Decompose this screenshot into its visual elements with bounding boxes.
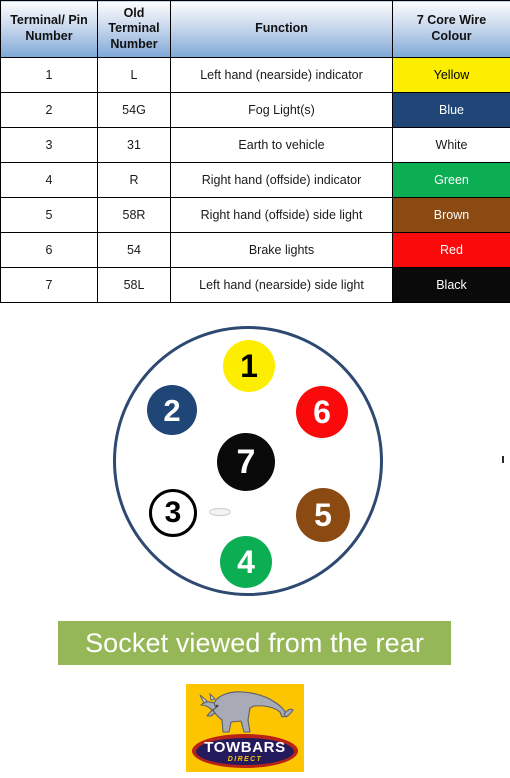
socket-pin-4: 4 [220, 536, 272, 588]
socket-keyway-marker [209, 508, 231, 516]
cell-old-terminal-number: 54G [97, 92, 171, 128]
table-row: 4 R Right hand (offside) indicator Green [0, 162, 510, 198]
cell-wire-colour-swatch: Red [392, 232, 510, 268]
cell-old-terminal-number: R [97, 162, 171, 198]
column-header-old-terminal-number: Old Terminal Number [97, 0, 171, 58]
cell-function: Left hand (nearside) side light [170, 267, 393, 303]
rhino-icon [199, 691, 294, 733]
column-header-function: Function [170, 0, 393, 58]
logo-primary-text: TOWBARS [204, 738, 286, 756]
socket-pin-5: 5 [296, 488, 350, 542]
cell-wire-colour-swatch: White [392, 127, 510, 163]
socket-diagram: 1 2 3 4 5 6 7 [0, 303, 510, 608]
towbars-direct-logo: TOWBARS DIRECT [186, 684, 304, 772]
cell-terminal-pin-number: 5 [0, 197, 98, 233]
edge-artifact-mark [502, 456, 504, 463]
caption-label: Socket viewed from the rear [85, 627, 424, 658]
cell-function: Left hand (nearside) indicator [170, 57, 393, 93]
cell-old-terminal-number: 31 [97, 127, 171, 163]
cell-function: Right hand (offside) indicator [170, 162, 393, 198]
column-header-wire-colour: 7 Core Wire Colour [392, 0, 510, 58]
socket-pin-3: 3 [149, 489, 197, 537]
logo-secondary-text: DIRECT [227, 755, 263, 763]
cell-old-terminal-number: 54 [97, 232, 171, 268]
cell-terminal-pin-number: 4 [0, 162, 98, 198]
table-row: 2 54G Fog Light(s) Blue [0, 92, 510, 128]
cell-function: Right hand (offside) side light [170, 197, 393, 233]
cell-function: Earth to vehicle [170, 127, 393, 163]
cell-terminal-pin-number: 2 [0, 92, 98, 128]
cell-terminal-pin-number: 1 [0, 57, 98, 93]
logo-badge-inner: TOWBARS DIRECT [196, 737, 294, 765]
socket-pin-2: 2 [147, 385, 197, 435]
cell-terminal-pin-number: 6 [0, 232, 98, 268]
cell-terminal-pin-number: 3 [0, 127, 98, 163]
cell-wire-colour-swatch: Black [392, 267, 510, 303]
cell-terminal-pin-number: 7 [0, 267, 98, 303]
wiring-table: Terminal/ Pin Number Old Terminal Number… [0, 0, 510, 303]
table-row: 7 58L Left hand (nearside) side light Black [0, 267, 510, 303]
cell-function: Fog Light(s) [170, 92, 393, 128]
cell-function: Brake lights [170, 232, 393, 268]
socket-pin-6: 6 [296, 386, 348, 438]
cell-wire-colour-swatch: Brown [392, 197, 510, 233]
cell-old-terminal-number: 58R [97, 197, 171, 233]
table-row: 5 58R Right hand (offside) side light Brown [0, 197, 510, 233]
cell-wire-colour-swatch: Yellow [392, 57, 510, 93]
cell-old-terminal-number: L [97, 57, 171, 93]
table-row: 1 L Left hand (nearside) indicator Yellow [0, 57, 510, 93]
cell-wire-colour-swatch: Green [392, 162, 510, 198]
cell-old-terminal-number: 58L [97, 267, 171, 303]
table-row: 6 54 Brake lights Red [0, 232, 510, 268]
column-header-terminal-pin-number: Terminal/ Pin Number [0, 0, 98, 58]
caption-banner: Socket viewed from the rear [58, 621, 451, 665]
cell-wire-colour-swatch: Blue [392, 92, 510, 128]
socket-pin-7: 7 [217, 433, 275, 491]
table-header-row: Terminal/ Pin Number Old Terminal Number… [0, 0, 510, 58]
table-row: 3 31 Earth to vehicle White [0, 127, 510, 163]
logo-badge: TOWBARS DIRECT [192, 734, 298, 768]
socket-pin-1: 1 [223, 340, 275, 392]
